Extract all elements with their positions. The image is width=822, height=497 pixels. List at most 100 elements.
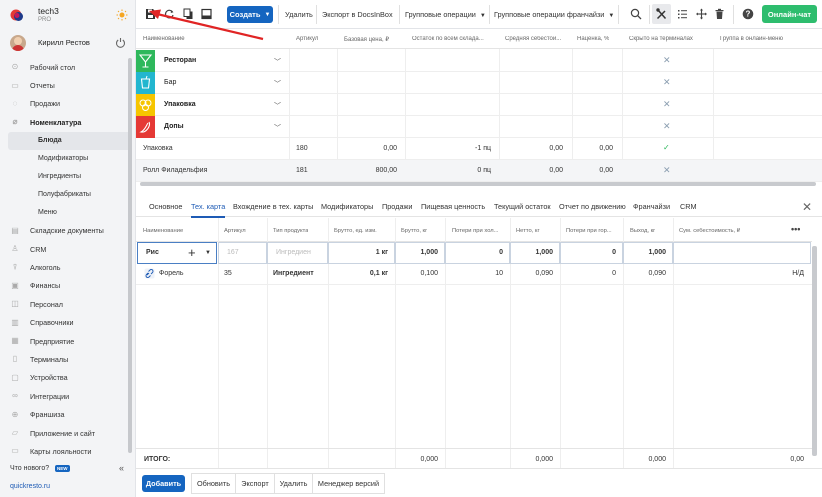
collapse-sidebar-icon[interactable]: «: [119, 463, 124, 473]
tab-modifiers[interactable]: Модификаторы: [321, 202, 373, 211]
sidebar-item-franchise[interactable]: ⊕ Франшиза: [0, 405, 128, 423]
column-header[interactable]: Сум. себестоимость, ₽: [679, 228, 740, 234]
yield-field[interactable]: 1,000: [623, 242, 673, 264]
refresh-button[interactable]: Обновить: [191, 473, 236, 494]
sidebar-item-crm[interactable]: ♙ CRM: [0, 240, 128, 258]
delete-button[interactable]: Удалить: [285, 10, 313, 19]
hot-loss-field[interactable]: 0: [560, 242, 623, 264]
column-header[interactable]: Тип продукта: [273, 228, 308, 234]
table-row[interactable]: Ролл Филадельфия 181 800,00 0 пц 0,00 0,…: [136, 160, 822, 182]
sidebar-item-nomenclature[interactable]: ⌀ Номенклатура: [0, 113, 128, 131]
column-header[interactable]: Наименование: [143, 228, 183, 234]
column-header[interactable]: Потери при гор...: [566, 228, 622, 234]
delete-footer-button[interactable]: Удалить: [274, 473, 313, 494]
column-header[interactable]: Артикул: [224, 228, 246, 234]
sidebar-item-sales[interactable]: ◌ Продажи: [0, 95, 128, 113]
table-row[interactable]: Упаковка 180 0,00 -1 пц 0,00 0,00 ✓: [136, 138, 822, 160]
column-header[interactable]: Базовая цена, ₽: [344, 36, 389, 43]
chevron-down-icon[interactable]: ﹀: [274, 79, 281, 89]
export-button[interactable]: Экспорт: [235, 473, 275, 494]
sidebar-subitem-modifiers[interactable]: Модификаторы: [0, 150, 128, 168]
tab-current-stock[interactable]: Текущий остаток: [494, 202, 551, 211]
list-icon[interactable]: [677, 8, 688, 20]
online-chat-button[interactable]: Онлайн-чат: [762, 5, 817, 23]
sidebar-item-finance[interactable]: ▣ Финансы: [0, 277, 128, 295]
trash-icon[interactable]: [714, 8, 725, 20]
chevron-down-icon[interactable]: ﹀: [274, 123, 281, 133]
group-operations-franchise-dropdown[interactable]: Групповые операции франчайзи ▼: [494, 10, 614, 19]
group-operations-dropdown[interactable]: Групповые операции ▼: [405, 10, 486, 19]
tab-franchisee[interactable]: Франчайзи: [633, 202, 670, 211]
tab-tech-card[interactable]: Тех. карта: [191, 202, 226, 218]
sidebar-subitem-dishes[interactable]: Блюда: [8, 131, 128, 150]
sidebar-subitem-semifinished[interactable]: Полуфабрикаты: [0, 186, 128, 204]
column-header[interactable]: Нетто, кг: [516, 228, 540, 234]
category-row-extras[interactable]: Допы ﹀ ✕: [136, 116, 822, 138]
vertical-scrollbar[interactable]: [812, 246, 817, 456]
tab-movement-report[interactable]: Отчет по движению: [559, 202, 626, 211]
cold-loss-field[interactable]: 0: [445, 242, 510, 264]
sidebar-item-staff[interactable]: ◫ Персонал: [0, 295, 128, 313]
column-header[interactable]: Потери при хол...: [452, 228, 508, 234]
add-button[interactable]: Добавить: [142, 475, 185, 492]
tab-general[interactable]: Основное: [149, 202, 182, 211]
column-header[interactable]: Средняя себестои...: [505, 36, 572, 42]
sidebar-item-warehouse[interactable]: ▤ Складские документы: [0, 222, 128, 240]
plus-icon[interactable]: +: [188, 245, 196, 260]
sidebar-subitem-menu[interactable]: Меню: [0, 204, 128, 222]
sidebar-item-integrations[interactable]: ∞ Интеграции: [0, 387, 128, 405]
product-type-field[interactable]: Ингредиен: [267, 242, 328, 264]
tools-toggle[interactable]: [652, 4, 671, 24]
sidebar-item-desktop[interactable]: ⊙ Рабочий стол: [0, 58, 128, 76]
site-link[interactable]: quickresto.ru: [10, 483, 50, 490]
net-kg-field[interactable]: 1,000: [510, 242, 560, 264]
category-row-bar[interactable]: Бар ﹀ ✕: [136, 72, 822, 94]
more-options-icon[interactable]: •••: [791, 224, 800, 234]
sidebar-item-alcohol[interactable]: ⍒ Алкоголь: [0, 258, 128, 276]
sidebar-item-enterprise[interactable]: ▦ Предприятие: [0, 332, 128, 350]
tab-nutrition[interactable]: Пищевая ценность: [421, 202, 485, 211]
category-row-packaging[interactable]: Упаковка ﹀ ✕: [136, 94, 822, 116]
tab-crm[interactable]: CRM: [680, 202, 697, 211]
search-icon[interactable]: [630, 8, 642, 20]
column-header[interactable]: Брутто, ед. изм.: [334, 228, 402, 234]
horizontal-scrollbar[interactable]: [140, 182, 822, 187]
column-header[interactable]: Остаток по всем склада...: [412, 36, 500, 42]
sun-icon[interactable]: [116, 9, 128, 21]
move-icon[interactable]: [696, 8, 707, 20]
caret-down-icon[interactable]: ▼: [205, 250, 211, 256]
column-header[interactable]: Наименование: [143, 36, 185, 42]
user-profile[interactable]: Кирилл Рестов: [10, 35, 130, 51]
column-header[interactable]: Группа в онлайн-меню: [720, 36, 783, 42]
sidebar-subitem-ingredients[interactable]: Ингредиенты: [0, 168, 128, 186]
category-row-restaurant[interactable]: Ресторан ﹀ ✕: [136, 50, 822, 72]
sidebar-item-devices[interactable]: ▢ Устройства: [0, 369, 128, 387]
gross-unit-field[interactable]: 1 кг: [328, 242, 395, 264]
column-header[interactable]: Выход, кг: [630, 228, 655, 234]
article-field[interactable]: 167: [218, 242, 267, 264]
sidebar-item-app[interactable]: ▱ Приложение и сайт: [0, 424, 128, 442]
gross-kg-field[interactable]: 1,000: [395, 242, 445, 264]
sidebar-item-reports[interactable]: ▭ Отчеты: [0, 76, 128, 94]
column-header[interactable]: Наценка, %: [577, 36, 609, 42]
table-row[interactable]: Форель 35 Ингредиент 0,1 кг 0,100 10 0,0…: [136, 265, 812, 285]
column-header[interactable]: Брутто, кг: [401, 228, 427, 234]
sidebar-item-terminals[interactable]: ▯ Терминалы: [0, 350, 128, 368]
ingredient-name-input[interactable]: Рис + ▼: [137, 242, 217, 264]
tab-tech-card-inclusion[interactable]: Вхождение в тех. карты: [233, 202, 313, 211]
export-docsinbox-button[interactable]: Экспорт в DocsInBox: [322, 10, 393, 19]
sidebar-item-reference[interactable]: ▥ Справочники: [0, 314, 128, 332]
help-icon[interactable]: ?: [742, 8, 754, 20]
sidebar-scrollbar[interactable]: [128, 58, 132, 453]
chevron-down-icon[interactable]: ﹀: [274, 57, 281, 67]
sidebar-item-loyalty[interactable]: ▭ Карты лояльности: [0, 442, 128, 460]
column-header[interactable]: Артикул: [296, 36, 318, 42]
power-icon[interactable]: [115, 37, 126, 48]
whats-new-link[interactable]: Что нового?: [10, 465, 49, 472]
version-manager-button[interactable]: Менеджер версий: [312, 473, 385, 494]
tab-sales[interactable]: Продажи: [382, 202, 412, 211]
brand[interactable]: tech3 PRO: [10, 5, 130, 27]
chevron-down-icon[interactable]: ﹀: [274, 101, 281, 111]
column-header[interactable]: Скрыто на терминалах: [629, 36, 693, 42]
close-icon[interactable]: ✕: [802, 200, 812, 214]
